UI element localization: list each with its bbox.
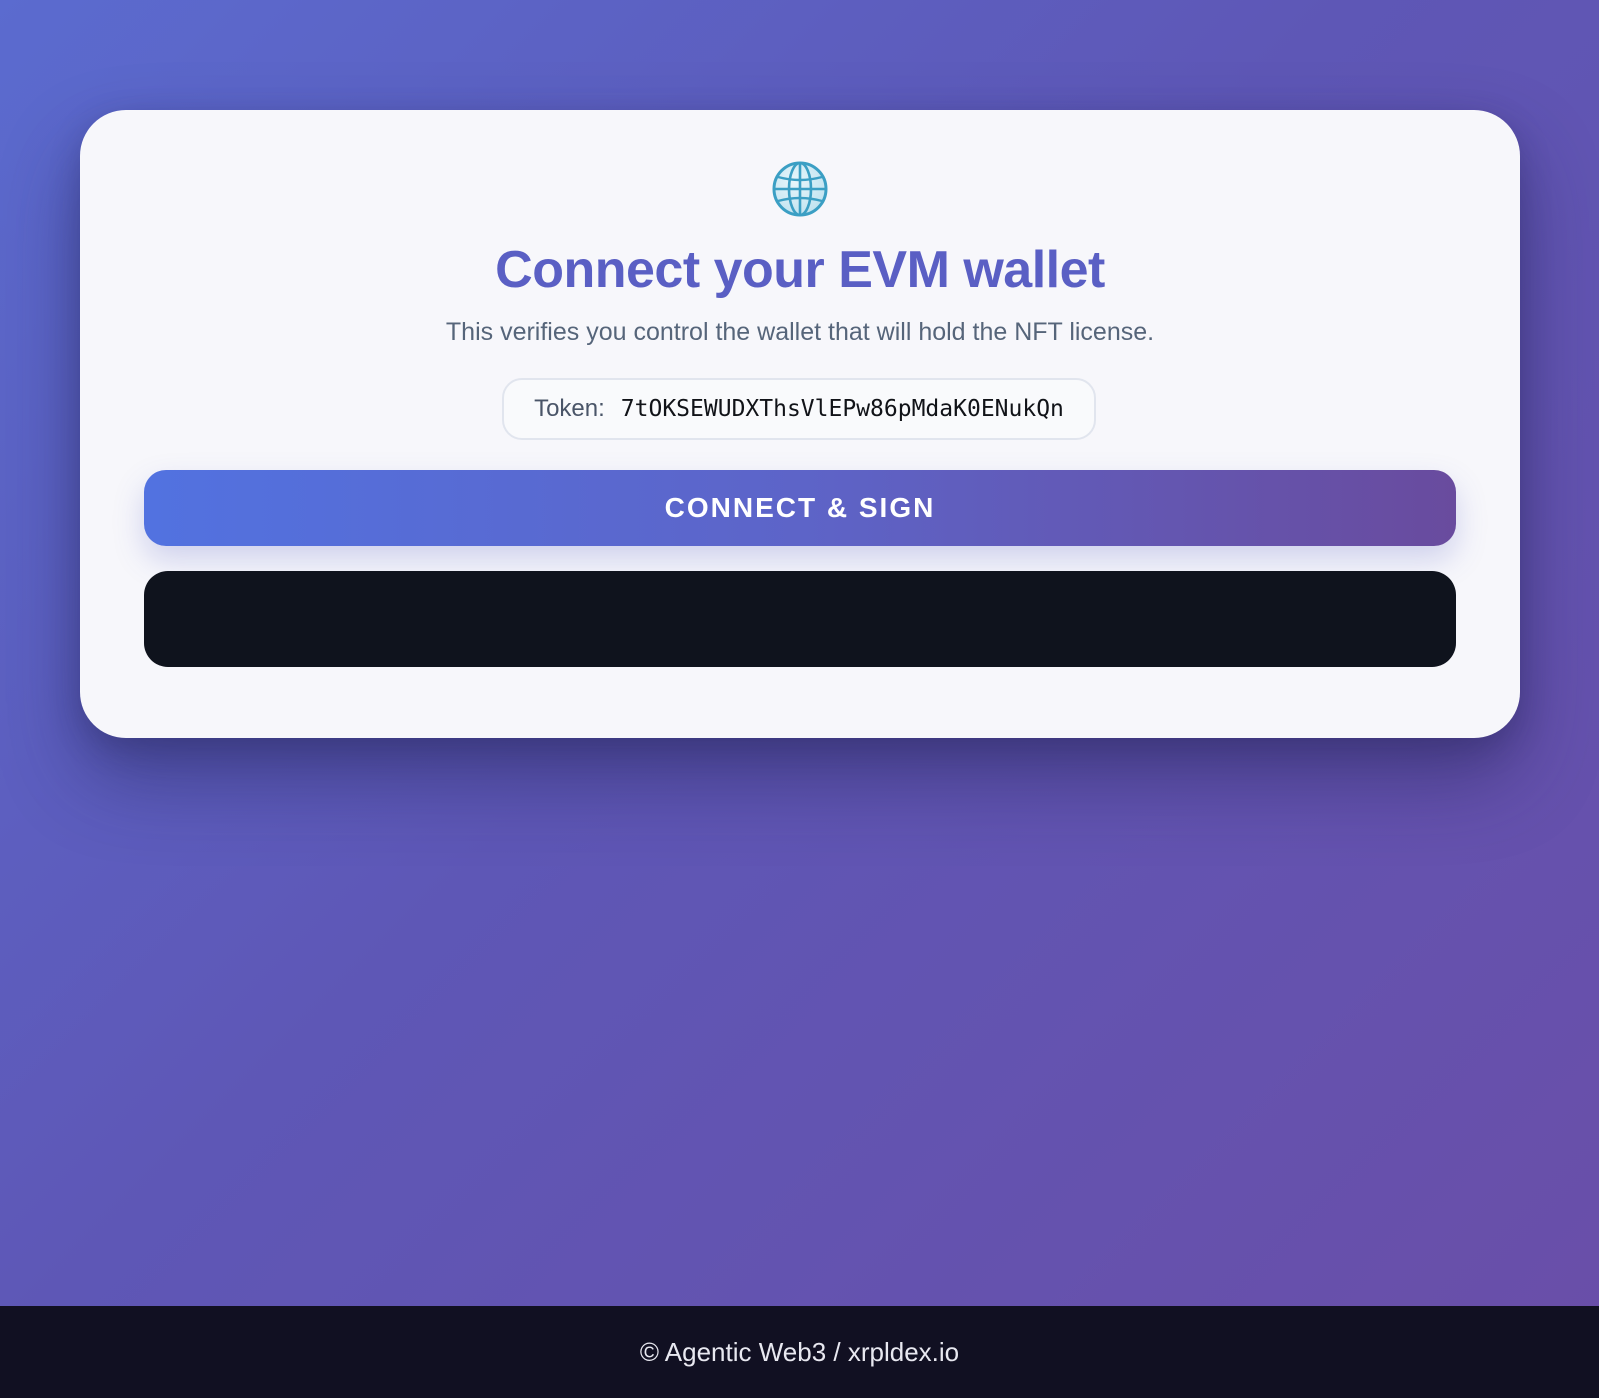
token-label: Token: [534,395,605,422]
token-value: 7tOKSEWUDXThsVlEPw86pMdaK0ENukQn [620,396,1064,422]
globe-icon [772,161,828,217]
page-subtitle: This verifies you control the wallet tha… [445,318,1155,346]
footer-text: © Agentic Web3 / xrpldex.io [639,1336,960,1367]
page-title: Connect your EVM wallet [495,241,1105,299]
footer: © Agentic Web3 / xrpldex.io [0,1306,1599,1398]
status-panel [144,571,1456,667]
connect-and-sign-button[interactable]: CONNECT & SIGN [144,470,1456,546]
token-display: Token: 7tOKSEWUDXThsVlEPw86pMdaK0ENukQn [502,378,1096,440]
wallet-connect-card: Connect your EVM wallet This verifies yo… [80,110,1520,738]
